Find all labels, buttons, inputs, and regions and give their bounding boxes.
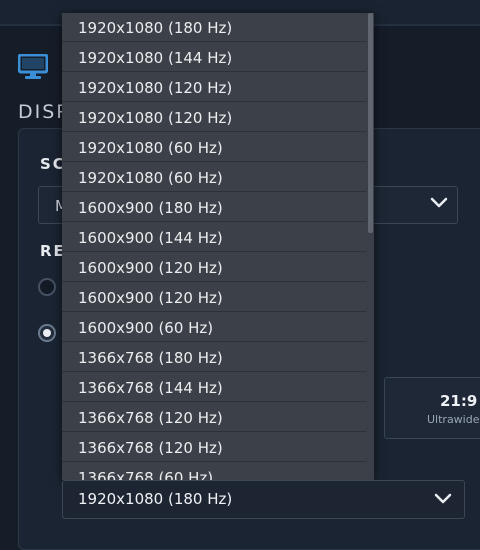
dropdown-option-label: 1920x1080 (180 Hz) xyxy=(78,19,233,37)
dropdown-option[interactable]: 1920x1080 (60 Hz) xyxy=(62,133,366,162)
dropdown-scrollbar-thumb[interactable] xyxy=(368,13,373,233)
dropdown-option[interactable]: 1366x768 (180 Hz) xyxy=(62,343,366,372)
dropdown-option[interactable]: 1600x900 (144 Hz) xyxy=(62,223,366,252)
dropdown-option-label: 1600x900 (144 Hz) xyxy=(78,229,223,247)
chevron-down-icon[interactable] xyxy=(434,492,452,506)
resolution-dropdown-list[interactable]: 1920x1080 (180 Hz) 1920x1080 (144 Hz) 19… xyxy=(62,13,374,480)
dropdown-option-label: 1366x768 (120 Hz) xyxy=(78,439,223,457)
dropdown-option-label: 1366x768 (60 Hz) xyxy=(78,469,214,480)
dropdown-option[interactable]: 1920x1080 (180 Hz) xyxy=(62,13,366,42)
dropdown-option-label: 1920x1080 (120 Hz) xyxy=(78,79,233,97)
dropdown-option-label: 1366x768 (144 Hz) xyxy=(78,379,223,397)
dropdown-option[interactable]: 1366x768 (120 Hz) xyxy=(62,433,366,462)
resolution-mode-radio-2[interactable] xyxy=(38,324,56,342)
aspect-ratio-value: 21:9 xyxy=(440,392,478,410)
dropdown-option-label: 1920x1080 (60 Hz) xyxy=(78,169,223,187)
dropdown-option-label: 1600x900 (180 Hz) xyxy=(78,199,223,217)
dropdown-option[interactable]: 1366x768 (120 Hz) xyxy=(62,403,366,432)
dropdown-option-label: 1366x768 (120 Hz) xyxy=(78,409,223,427)
dropdown-option[interactable]: 1920x1080 (120 Hz) xyxy=(62,103,366,132)
dropdown-option-label: 1920x1080 (120 Hz) xyxy=(78,109,233,127)
dropdown-option-label: 1600x900 (120 Hz) xyxy=(78,259,223,277)
dropdown-option[interactable]: 1600x900 (120 Hz) xyxy=(62,283,366,312)
dropdown-option-label: 1920x1080 (144 Hz) xyxy=(78,49,233,67)
dropdown-option-label: 1600x900 (120 Hz) xyxy=(78,289,223,307)
dropdown-option-label: 1920x1080 (60 Hz) xyxy=(78,139,223,157)
dropdown-option[interactable]: 1920x1080 (120 Hz) xyxy=(62,73,366,102)
dropdown-option-label: 1600x900 (60 Hz) xyxy=(78,319,214,337)
chevron-down-icon[interactable] xyxy=(430,196,448,210)
dropdown-option[interactable]: 1366x768 (60 Hz) xyxy=(62,463,366,480)
dropdown-option[interactable]: 1600x900 (180 Hz) xyxy=(62,193,366,222)
dropdown-option-label: 1366x768 (180 Hz) xyxy=(78,349,223,367)
resolution-mode-radio-1[interactable] xyxy=(38,278,56,296)
aspect-ratio-name: Ultrawide xyxy=(427,413,480,426)
resolution-select-value: 1920x1080 (180 Hz) xyxy=(78,490,233,508)
dropdown-option[interactable]: 1920x1080 (60 Hz) xyxy=(62,163,366,192)
monitor-icon xyxy=(18,54,48,79)
dropdown-option[interactable]: 1366x768 (144 Hz) xyxy=(62,373,366,402)
dropdown-option[interactable]: 1600x900 (60 Hz) xyxy=(62,313,366,342)
dropdown-option[interactable]: 1920x1080 (144 Hz) xyxy=(62,43,366,72)
dropdown-option[interactable]: 1600x900 (120 Hz) xyxy=(62,253,366,282)
